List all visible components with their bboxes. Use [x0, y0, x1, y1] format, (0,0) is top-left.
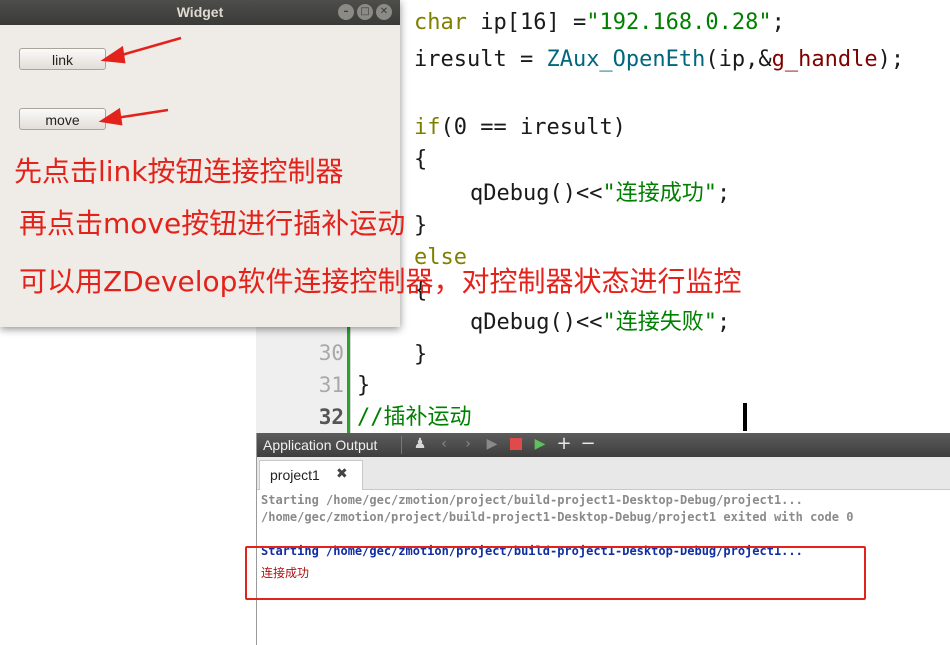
arrow-head-icon — [98, 107, 123, 126]
annotation-step3: 可以用ZDevelop软件连接控制器，对控制器状态进行监控 — [19, 265, 742, 298]
annotation-step1: 先点击link按钮连接控制器 — [14, 155, 344, 188]
annotation-step2: 再点击move按钮进行插补运动 — [19, 207, 406, 240]
arrow-head-icon — [100, 45, 126, 64]
arrow-to-move-button — [115, 108, 169, 120]
output-highlight-box — [245, 546, 866, 600]
arrow-to-link-button — [117, 36, 182, 58]
